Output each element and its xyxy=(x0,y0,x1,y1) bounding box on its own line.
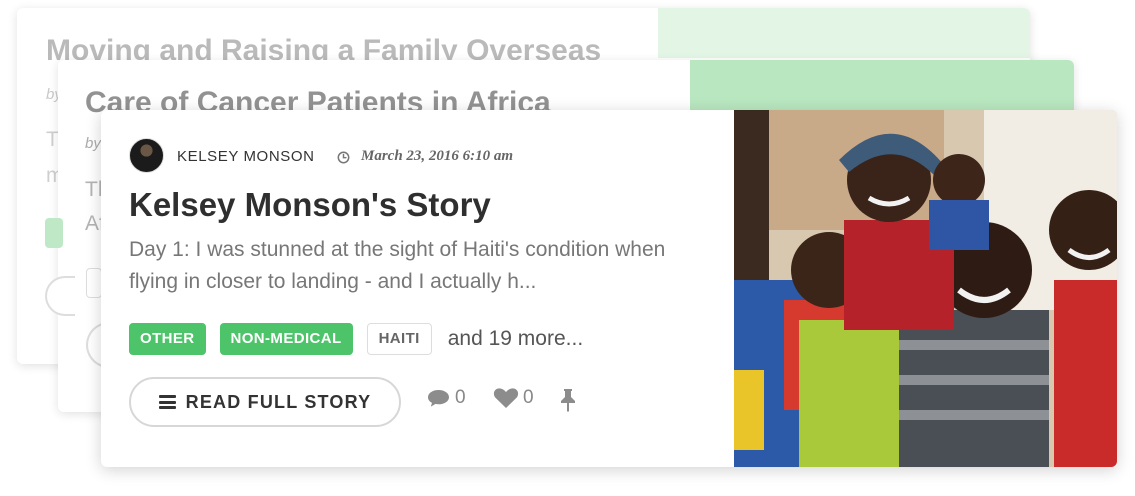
story-stack: Moving and Raising a Family Overseas by … xyxy=(0,0,1135,496)
card-byline: by xyxy=(85,135,101,152)
avatar[interactable] xyxy=(129,138,164,173)
read-button-label: READ FULL STORY xyxy=(185,391,372,412)
tag-non-medical[interactable]: NON-MEDICAL xyxy=(219,323,353,355)
menu-icon xyxy=(158,395,176,409)
more-tags-link[interactable]: and 19 more... xyxy=(448,327,583,351)
comment-icon xyxy=(428,390,449,407)
ghost-tag xyxy=(86,268,102,298)
pin-icon[interactable] xyxy=(559,388,577,412)
tag-haiti[interactable]: HAITI xyxy=(366,323,432,355)
comments-value: 0 xyxy=(455,387,466,408)
clock-icon xyxy=(337,151,350,164)
card-image-strip xyxy=(658,8,1030,58)
story-excerpt: Day 1: I was stunned at the sight of Hai… xyxy=(129,238,666,293)
card-image-strip xyxy=(690,60,1074,112)
photo-children-illustration xyxy=(734,110,1117,467)
tag-other[interactable]: OTHER xyxy=(129,323,206,355)
story-card[interactable]: KELSEY MONSON March 23, 2016 6:10 am Kel… xyxy=(101,110,1117,467)
story-title[interactable]: Kelsey Monson's Story xyxy=(129,186,491,224)
post-date: March 23, 2016 6:10 am xyxy=(361,148,514,164)
comments-count[interactable]: 0 xyxy=(426,387,466,409)
likes-value: 0 xyxy=(523,387,534,408)
likes-count[interactable]: 0 xyxy=(493,387,534,409)
ghost-tag xyxy=(45,218,63,248)
heart-icon xyxy=(493,388,519,408)
tag-list: OTHER NON-MEDICAL HAITI and 19 more... xyxy=(129,323,583,355)
story-photo[interactable] xyxy=(734,110,1117,467)
author-name[interactable]: KELSEY MONSON xyxy=(177,148,315,165)
read-full-story-button[interactable]: READ FULL STORY xyxy=(129,377,401,427)
